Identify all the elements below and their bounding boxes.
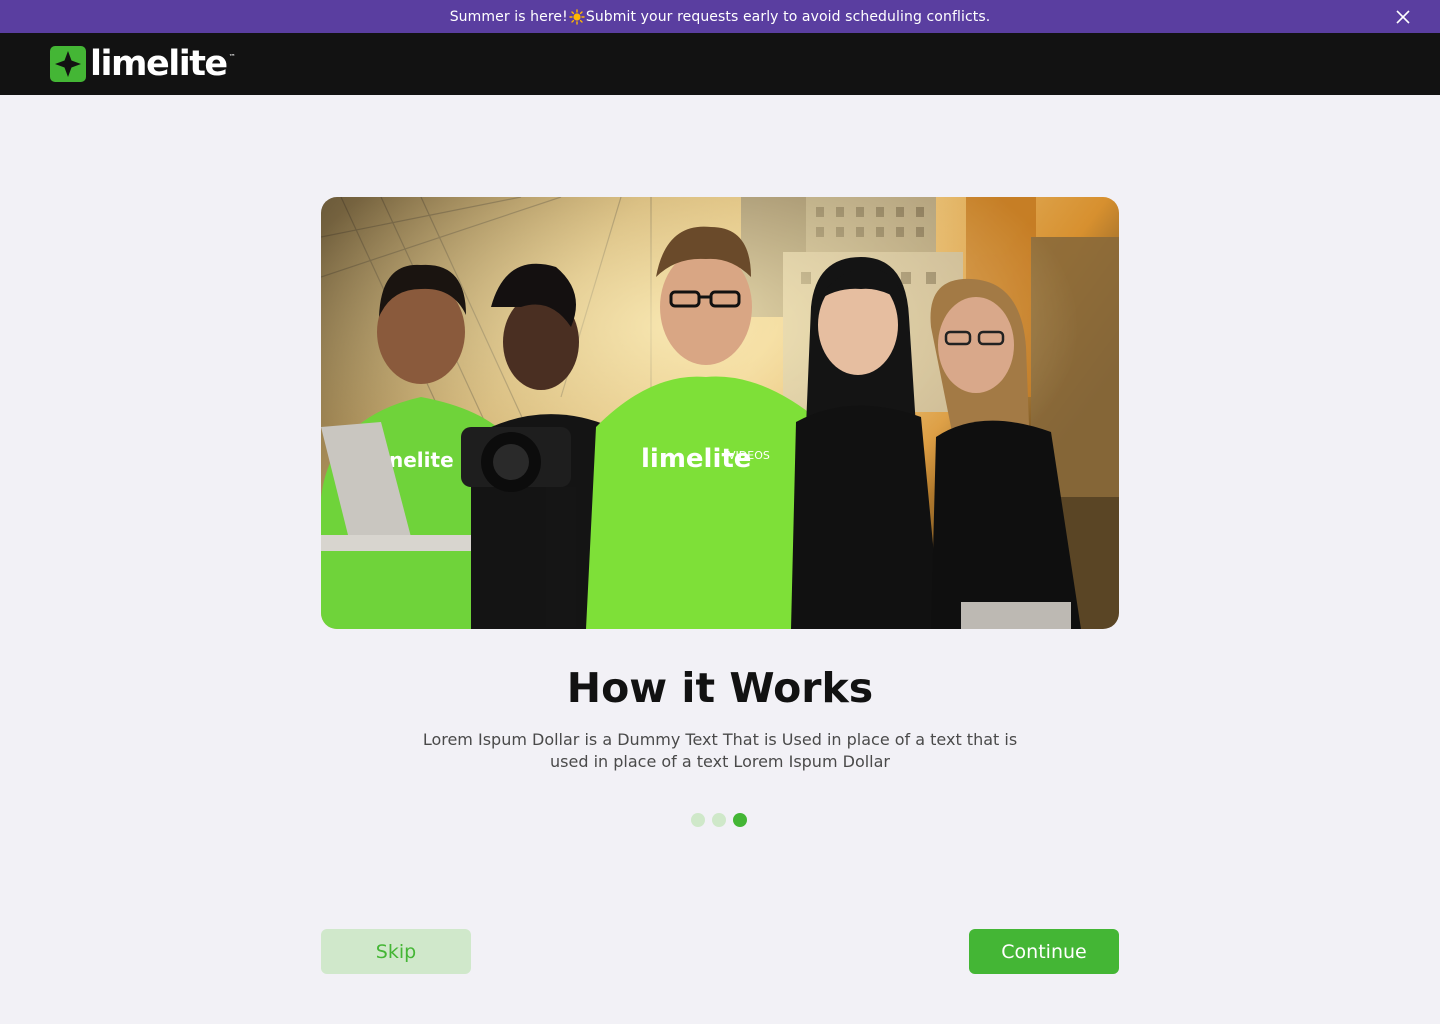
logo-mark-icon xyxy=(50,46,86,82)
close-icon[interactable] xyxy=(1394,8,1412,26)
announcement-bar: Summer is here! Submit your requests ear… xyxy=(0,0,1440,33)
continue-button[interactable]: Continue xyxy=(969,929,1119,974)
announcement-text-end: Submit your requests early to avoid sche… xyxy=(585,8,991,25)
step-indicator xyxy=(691,813,747,827)
skip-button[interactable]: Skip xyxy=(321,929,471,974)
step-dot-3-active[interactable] xyxy=(733,813,747,827)
shirt-logo-sub: VIDEOS xyxy=(728,449,770,462)
step-dot-2[interactable] xyxy=(712,813,726,827)
hero-image: nelite limelite VIDEOS xyxy=(321,197,1119,629)
page-description: Lorem Ispum Dollar is a Dummy Text That … xyxy=(422,730,1018,771)
logo-text: limelite xyxy=(90,44,228,84)
team-photo-illustration: nelite limelite VIDEOS xyxy=(321,197,1119,629)
page-title: How it Works xyxy=(566,664,874,712)
logo-trademark: ™ xyxy=(228,53,236,61)
announcement-message: Summer is here! Submit your requests ear… xyxy=(450,9,991,25)
sun-icon xyxy=(569,8,585,25)
step-dot-1[interactable] xyxy=(691,813,705,827)
announcement-text-start: Summer is here! xyxy=(449,8,568,25)
top-header: limelite ™ xyxy=(0,33,1440,95)
shirt-logo-left: nelite xyxy=(389,448,454,472)
limelite-logo[interactable]: limelite ™ xyxy=(50,45,236,83)
